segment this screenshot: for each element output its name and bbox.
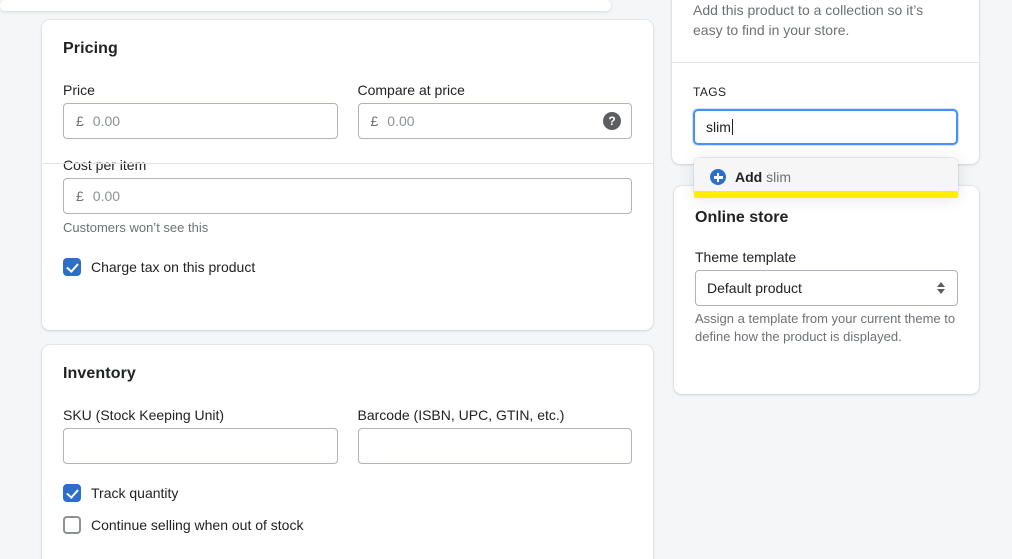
track-quantity-label: Track quantity <box>91 485 179 501</box>
tags-label: TAGS <box>693 85 727 99</box>
add-tag-suggestion-item[interactable]: Add slim <box>694 164 958 191</box>
continue-selling-row[interactable]: Continue selling when out of stock <box>63 516 632 534</box>
question-mark-circle-icon[interactable]: ? <box>603 112 621 130</box>
cost-per-item-label: Cost per item <box>63 157 147 173</box>
collections-helptext: Add this product to a collection so it’s… <box>693 2 924 38</box>
theme-template-selected-value: Default product <box>707 280 802 296</box>
online-store-section: Online store Theme template Default prod… <box>674 186 979 346</box>
pricing-divider <box>42 163 653 164</box>
chevron-up-down-icon <box>937 280 946 296</box>
price-placeholder: 0.00 <box>92 113 121 129</box>
pricing-bottom-section: Cost per item £ 0.00 Customers won’t see… <box>42 139 653 276</box>
barcode-field-group: Barcode (ISBN, UPC, GTIN, etc.) <box>357 406 632 464</box>
charge-tax-row[interactable]: Charge tax on this product <box>63 258 632 276</box>
compare-at-price-input[interactable]: £ 0.00 ? <box>357 103 632 139</box>
price-label: Price <box>63 82 95 98</box>
barcode-input[interactable] <box>357 428 632 464</box>
tags-input[interactable]: slim <box>693 109 958 145</box>
compare-at-price-placeholder: 0.00 <box>387 113 415 129</box>
product-edit-page: Pricing Price £ 0.00 Compare at price £ … <box>0 0 1012 559</box>
text-caret <box>731 119 733 135</box>
plus-circle-icon <box>710 169 726 185</box>
continue-selling-label: Continue selling when out of stock <box>91 517 304 533</box>
track-quantity-row[interactable]: Track quantity <box>63 484 632 502</box>
charge-tax-label: Charge tax on this product <box>91 259 256 275</box>
price-input[interactable]: £ 0.00 <box>63 103 338 139</box>
card-above-sliver <box>0 0 611 11</box>
theme-template-label: Theme template <box>695 249 797 265</box>
add-tag-action-text: Add <box>735 169 763 185</box>
continue-selling-checkbox[interactable] <box>63 516 81 534</box>
track-quantity-checkbox[interactable] <box>63 484 81 502</box>
sku-label: SKU (Stock Keeping Unit) <box>63 407 225 423</box>
price-row: Price £ 0.00 Compare at price £ 0.00 ? <box>63 81 632 139</box>
tags-input-value: slim <box>706 119 731 135</box>
inventory-card: Inventory SKU (Stock Keeping Unit) Barco… <box>42 345 653 559</box>
cost-per-item-input[interactable]: £ 0.00 <box>63 178 632 214</box>
yellow-highlight-bar <box>694 191 958 198</box>
cost-per-item-helptext: Customers won’t see this <box>63 220 209 235</box>
collections-divider <box>672 62 979 63</box>
sku-input[interactable] <box>63 428 338 464</box>
theme-template-helptext: Assign a template from your current them… <box>695 311 956 344</box>
price-field-group: Price £ 0.00 <box>63 81 338 139</box>
collections-card: Add this product to a collection so it’s… <box>672 0 979 164</box>
add-tag-term-text: slim <box>766 169 791 185</box>
charge-tax-checkbox[interactable] <box>63 258 81 276</box>
cost-per-item-currency-symbol: £ <box>76 188 84 204</box>
theme-template-select[interactable]: Default product <box>695 270 958 306</box>
cost-per-item-placeholder: 0.00 <box>92 188 121 204</box>
inventory-title: Inventory <box>63 365 136 382</box>
online-store-title: Online store <box>695 209 789 226</box>
price-currency-symbol: £ <box>76 113 84 129</box>
sku-field-group: SKU (Stock Keeping Unit) <box>63 406 338 464</box>
inventory-row: SKU (Stock Keeping Unit) Barcode (ISBN, … <box>63 406 632 464</box>
compare-at-price-label: Compare at price <box>357 82 465 98</box>
online-store-card: Online store Theme template Default prod… <box>674 186 979 394</box>
tags-field-group: TAGS slim <box>693 83 958 145</box>
inventory-section: Inventory SKU (Stock Keeping Unit) Barco… <box>42 345 653 534</box>
compare-at-price-currency-symbol: £ <box>370 113 379 129</box>
pricing-title: Pricing <box>63 40 118 57</box>
compare-at-price-field-group: Compare at price £ 0.00 ? <box>357 81 632 139</box>
add-tag-suggestion-label: Add slim <box>735 168 791 186</box>
barcode-label: Barcode (ISBN, UPC, GTIN, etc.) <box>357 407 565 423</box>
pricing-card: Pricing Price £ 0.00 Compare at price £ … <box>42 20 653 330</box>
pricing-top-section: Pricing Price £ 0.00 Compare at price £ … <box>42 20 653 139</box>
